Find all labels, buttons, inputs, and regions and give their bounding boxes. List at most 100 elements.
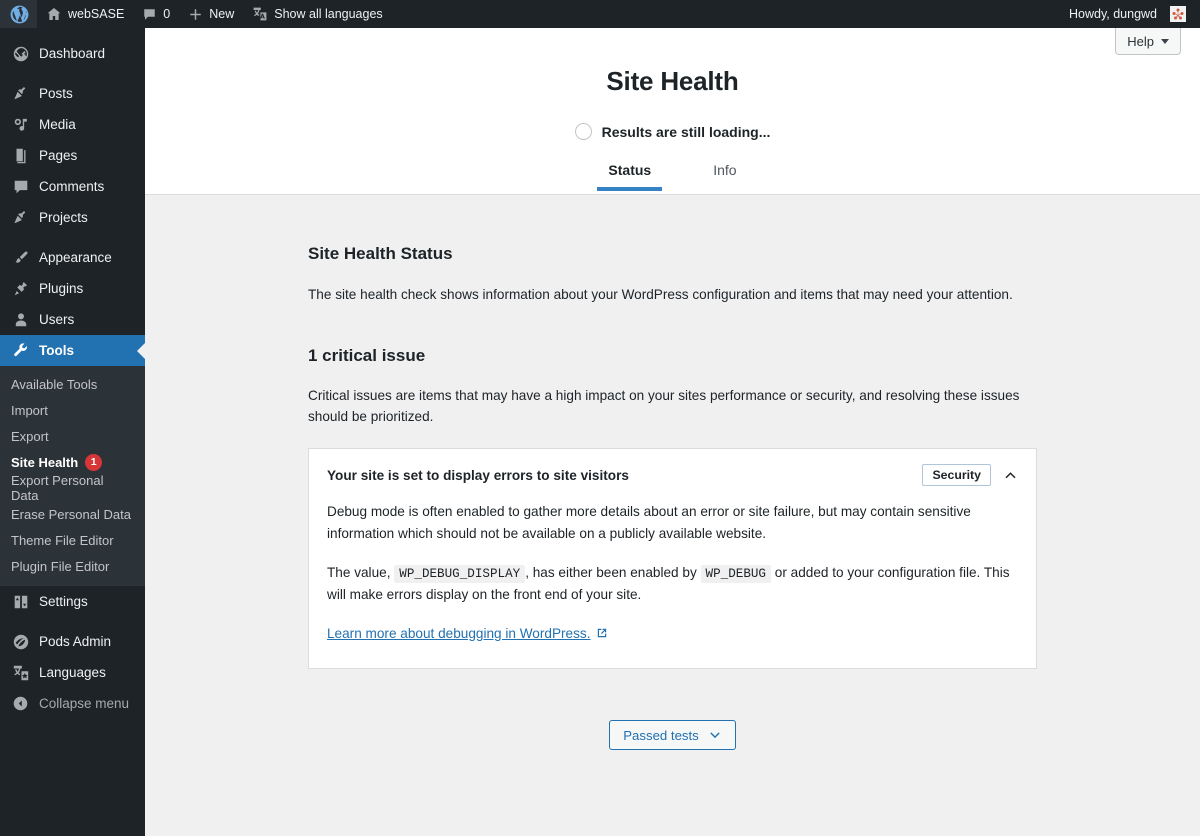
menu-separator (0, 69, 145, 78)
sidebar-item-label: Users (39, 311, 75, 327)
submenu-item-site-health[interactable]: Site Health 1 (0, 449, 145, 475)
site-health-badge: 1 (85, 453, 103, 471)
sidebar-item-media[interactable]: Media (0, 109, 145, 140)
site-health-body: Site Health Status The site health check… (145, 195, 1200, 751)
sidebar-item-users[interactable]: Users (0, 304, 145, 335)
sidebar-item-posts[interactable]: Posts (0, 78, 145, 109)
loading-text: Results are still loading... (601, 123, 771, 140)
sidebar-item-tools[interactable]: Tools (0, 335, 145, 366)
menu-separator (0, 617, 145, 626)
dashboard-icon (11, 44, 30, 63)
new-content-button[interactable]: New (179, 0, 243, 28)
submenu-item-plugin-file-editor[interactable]: Plugin File Editor (0, 553, 145, 579)
admin-sidebar-menu: Dashboard Posts Media Pages Comments Pro… (0, 28, 145, 836)
passed-tests-button[interactable]: Passed tests (609, 720, 736, 751)
submenu-item-erase-personal-data[interactable]: Erase Personal Data (0, 501, 145, 527)
sidebar-item-settings[interactable]: Settings (0, 586, 145, 617)
media-icon (11, 115, 30, 134)
learn-more-link[interactable]: Learn more about debugging in WordPress. (327, 623, 608, 645)
main-content: Help Site Health Results are still loadi… (145, 28, 1200, 836)
sidebar-item-label: Projects (39, 209, 88, 225)
sidebar-item-label: Dashboard (39, 45, 106, 61)
issue-accordion-body: Debug mode is often enabled to gather mo… (309, 501, 1036, 668)
help-button[interactable]: Help (1115, 28, 1181, 55)
sidebar-item-plugins[interactable]: Plugins (0, 273, 145, 304)
settings-icon (11, 592, 30, 611)
sidebar-item-label: Plugins (39, 280, 84, 296)
sidebar-item-pages[interactable]: Pages (0, 140, 145, 171)
issue-paragraph-2-part2: , has either been enabled by (525, 564, 697, 580)
page-title: Site Health (606, 66, 739, 96)
comment-icon (11, 177, 30, 196)
spinner-icon (574, 123, 592, 140)
passed-tests-label: Passed tests (623, 727, 699, 743)
collapse-menu-button[interactable]: Collapse menu (0, 688, 145, 719)
avatar (1170, 6, 1186, 22)
external-link-icon (596, 627, 608, 639)
critical-issue-description: Critical issues are items that may have … (308, 388, 1020, 425)
my-account-button[interactable]: Howdy, dungwd (1060, 0, 1200, 28)
submenu-item-export-personal-data[interactable]: Export Personal Data (0, 473, 145, 503)
show-all-languages-button[interactable]: Show all languages (243, 0, 391, 28)
sidebar-item-label: Pages (39, 147, 78, 163)
site-health-tabs: Status Info (145, 158, 1200, 191)
comment-bubble-icon (142, 7, 157, 22)
user-icon (11, 310, 30, 329)
chevron-down-icon (1161, 38, 1169, 44)
admin-bar: webSASE 0 New Show all languages Howdy, … (0, 0, 1200, 28)
submenu-item-export[interactable]: Export (0, 423, 145, 449)
show-all-languages-label: Show all languages (274, 7, 383, 21)
pods-icon (11, 632, 30, 651)
comments-button[interactable]: 0 (133, 0, 179, 28)
tab-status[interactable]: Status (597, 158, 663, 191)
wordpress-logo-button[interactable] (0, 0, 37, 28)
sidebar-item-label: Settings (39, 593, 88, 609)
wrench-icon (11, 341, 30, 360)
menu-separator (0, 233, 145, 242)
learn-more-label: Learn more about debugging in WordPress. (327, 625, 591, 641)
issue-accordion: Your site is set to display errors to si… (308, 448, 1037, 670)
help-label: Help (1127, 33, 1154, 49)
sidebar-item-languages[interactable]: Languages (0, 657, 145, 688)
sidebar-item-dashboard[interactable]: Dashboard (0, 38, 145, 69)
sidebar-item-comments[interactable]: Comments (0, 171, 145, 202)
tab-info[interactable]: Info (702, 158, 747, 191)
loading-status: Results are still loading... (145, 123, 1200, 140)
code-wp-debug: WP_DEBUG (700, 564, 771, 583)
issue-accordion-header[interactable]: Your site is set to display errors to si… (309, 449, 1036, 501)
sidebar-item-label: Media (39, 116, 76, 132)
critical-issue-heading: 1 critical issue (308, 346, 426, 366)
issue-accordion-title: Your site is set to display errors to si… (327, 467, 629, 483)
sidebar-item-projects[interactable]: Projects (0, 202, 145, 233)
pages-icon (11, 146, 30, 165)
issue-paragraph-2: The value, WP_DEBUG_DISPLAY, has either … (327, 562, 1018, 606)
site-name-button[interactable]: webSASE (37, 0, 133, 28)
submenu-item-label: Plugin File Editor (11, 558, 110, 574)
sidebar-item-appearance[interactable]: Appearance (0, 242, 145, 273)
sidebar-item-label: Comments (39, 178, 105, 194)
site-health-status-heading: Site Health Status (308, 244, 453, 263)
collapse-menu-label: Collapse menu (39, 695, 130, 711)
submenu-item-label: Export Personal Data (11, 473, 104, 503)
tools-submenu: Available Tools Import Export Site Healt… (0, 366, 145, 586)
pin-icon (11, 84, 30, 103)
sidebar-item-pods-admin[interactable]: Pods Admin (0, 626, 145, 657)
submenu-item-theme-file-editor[interactable]: Theme File Editor (0, 527, 145, 553)
howdy-label: Howdy, dungwd (1068, 7, 1157, 21)
collapse-arrow-icon (11, 694, 30, 713)
new-content-label: New (209, 7, 235, 21)
brush-icon (11, 248, 30, 267)
submenu-item-label: Import (11, 402, 48, 418)
code-wp-debug-display: WP_DEBUG_DISPLAY (394, 564, 526, 583)
chevron-up-icon[interactable] (1001, 466, 1020, 485)
tab-label: Status (608, 162, 652, 178)
submenu-item-available-tools[interactable]: Available Tools (0, 371, 145, 397)
submenu-item-import[interactable]: Import (0, 397, 145, 423)
sidebar-item-label: Languages (39, 664, 106, 680)
pin-icon (11, 208, 30, 227)
passed-tests-wrap: Passed tests (308, 720, 1037, 751)
plugin-icon (11, 279, 30, 298)
status-badge: Security (922, 464, 991, 487)
submenu-item-label: Site Health (11, 454, 79, 470)
site-health-status-description: The site health check shows information … (308, 287, 1013, 302)
